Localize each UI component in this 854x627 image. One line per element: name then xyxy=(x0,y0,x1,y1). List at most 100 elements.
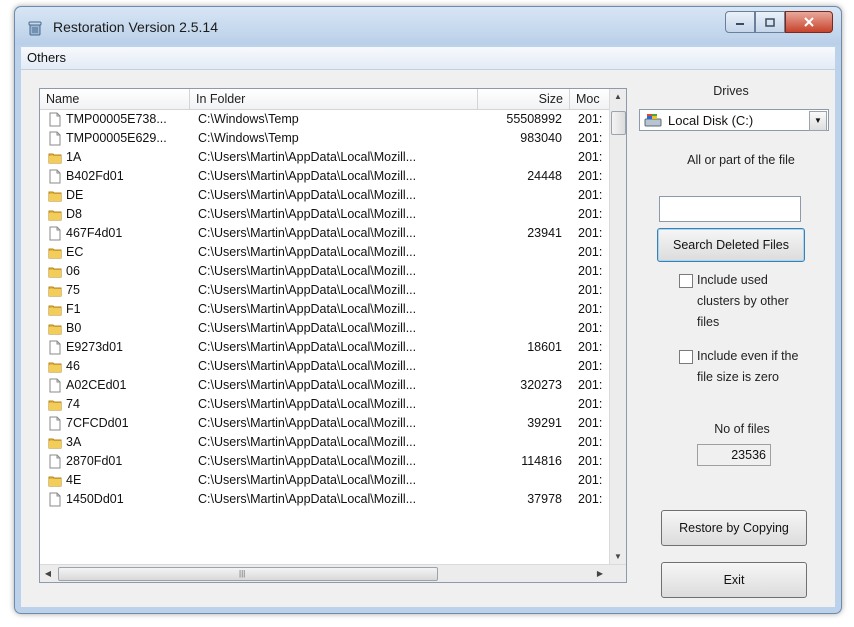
file-icon xyxy=(49,492,61,507)
no-of-files-value: 23536 xyxy=(697,444,771,466)
menu-others[interactable]: Others xyxy=(27,50,66,65)
cell-size: 24448 xyxy=(527,169,562,183)
table-row[interactable]: A02CEd01 C:\Users\Martin\AppData\Local\Mo… xyxy=(40,376,610,395)
file-list[interactable]: Name In Folder Size Moc TMP00005E738... C… xyxy=(39,88,627,583)
chevron-down-icon[interactable]: ▼ xyxy=(809,111,827,131)
folder-icon xyxy=(48,267,62,278)
column-header-name[interactable]: Name xyxy=(40,89,190,109)
cell-modified: 201: xyxy=(578,112,603,126)
cell-name: 3A xyxy=(66,435,82,449)
table-row[interactable]: 75 C:\Users\Martin\AppData\Local\Mozill..… xyxy=(40,281,610,300)
horizontal-scrollbar[interactable]: ◀ ||| ▶ xyxy=(40,564,626,582)
app-window: Restoration Version 2.5.14 Others Name I… xyxy=(14,6,842,614)
cell-name: 2870Fd01 xyxy=(66,454,123,468)
cell-modified: 201: xyxy=(578,473,603,487)
file-filter-input[interactable] xyxy=(659,196,801,222)
file-icon xyxy=(49,131,61,146)
close-button[interactable] xyxy=(785,11,833,33)
cell-folder: C:\Users\Martin\AppData\Local\Mozill... xyxy=(198,207,417,221)
folder-icon xyxy=(48,210,62,221)
folder-icon xyxy=(48,153,62,164)
table-row[interactable]: 1A C:\Users\Martin\AppData\Local\Mozill..… xyxy=(40,148,610,167)
file-icon xyxy=(49,416,61,431)
caption-buttons xyxy=(725,11,833,33)
cell-modified: 201: xyxy=(578,492,603,506)
table-row[interactable]: EC C:\Users\Martin\AppData\Local\Mozill..… xyxy=(40,243,610,262)
table-row[interactable]: TMP00005E738... C:\Windows\Temp 55508992 20… xyxy=(40,110,610,129)
grip-icon: ||| xyxy=(239,569,246,578)
cell-size: 983040 xyxy=(520,131,562,145)
cell-modified: 201: xyxy=(578,169,603,183)
cell-folder: C:\Users\Martin\AppData\Local\Mozill... xyxy=(198,378,417,392)
table-row[interactable]: 74 C:\Users\Martin\AppData\Local\Mozill..… xyxy=(40,395,610,414)
window-title: Restoration Version 2.5.14 xyxy=(53,19,218,35)
table-row[interactable]: D8 C:\Users\Martin\AppData\Local\Mozill..… xyxy=(40,205,610,224)
table-row[interactable]: 06 C:\Users\Martin\AppData\Local\Mozill..… xyxy=(40,262,610,281)
hard-drive-icon xyxy=(644,114,662,127)
table-row[interactable]: 46 C:\Users\Martin\AppData\Local\Mozill..… xyxy=(40,357,610,376)
exit-button[interactable]: Exit xyxy=(661,562,807,598)
table-row[interactable]: E9273d01 C:\Users\Martin\AppData\Local\Mo… xyxy=(40,338,610,357)
include-zero-size-label: Include even if the file size is zero xyxy=(697,349,799,384)
scroll-up-arrow-icon[interactable]: ▲ xyxy=(610,89,626,105)
table-row[interactable]: DE C:\Users\Martin\AppData\Local\Mozill..… xyxy=(40,186,610,205)
drive-selected-value: Local Disk (C:) xyxy=(668,113,754,128)
minimize-button[interactable] xyxy=(725,11,755,33)
title-bar[interactable]: Restoration Version 2.5.14 xyxy=(15,7,841,45)
cell-folder: C:\Users\Martin\AppData\Local\Mozill... xyxy=(198,321,417,335)
table-row[interactable]: 7CFCDd01 C:\Users\Martin\AppData\Local\Mo… xyxy=(40,414,610,433)
table-row[interactable]: 4E C:\Users\Martin\AppData\Local\Mozill..… xyxy=(40,471,610,490)
restore-by-copying-button[interactable]: Restore by Copying xyxy=(661,510,807,546)
include-used-clusters-label: Include used clusters by other files xyxy=(697,273,789,329)
cell-name: 75 xyxy=(66,283,80,297)
cell-folder: C:\Users\Martin\AppData\Local\Mozill... xyxy=(198,454,417,468)
cell-name: B0 xyxy=(66,321,82,335)
folder-icon xyxy=(48,362,62,373)
table-row[interactable]: B402Fd01 C:\Users\Martin\AppData\Local\Mo… xyxy=(40,167,610,186)
cell-folder: C:\Users\Martin\AppData\Local\Mozill... xyxy=(198,435,417,449)
column-header-size[interactable]: Size xyxy=(478,89,570,109)
recycle-bin-icon xyxy=(28,21,42,36)
table-row[interactable]: 1450Dd01 C:\Users\Martin\AppData\Local\Mo… xyxy=(40,490,610,509)
include-zero-size-checkbox[interactable] xyxy=(679,350,693,364)
cell-modified: 201: xyxy=(578,397,603,411)
horizontal-scroll-thumb[interactable]: ||| xyxy=(58,567,438,581)
close-icon xyxy=(804,17,814,27)
cell-folder: C:\Users\Martin\AppData\Local\Mozill... xyxy=(198,340,417,354)
cell-modified: 201: xyxy=(578,245,603,259)
folder-icon xyxy=(48,324,62,335)
scroll-left-arrow-icon[interactable]: ◀ xyxy=(40,565,56,582)
table-row[interactable]: TMP00005E629... C:\Windows\Temp 983040 201: xyxy=(40,129,610,148)
scroll-down-arrow-icon[interactable]: ▼ xyxy=(610,549,626,565)
table-row[interactable]: 467F4d01 C:\Users\Martin\AppData\Local\Mo… xyxy=(40,224,610,243)
maximize-button[interactable] xyxy=(755,11,785,33)
column-header-folder[interactable]: In Folder xyxy=(190,89,478,109)
column-header-modified[interactable]: Moc xyxy=(570,89,610,109)
cell-size: 23941 xyxy=(527,226,562,240)
table-row[interactable]: F1 C:\Users\Martin\AppData\Local\Mozill..… xyxy=(40,300,610,319)
table-row[interactable]: 2870Fd01 C:\Users\Martin\AppData\Local\Mo… xyxy=(40,452,610,471)
scroll-right-arrow-icon[interactable]: ▶ xyxy=(592,565,608,582)
cell-name: 1450Dd01 xyxy=(66,492,124,506)
cell-folder: C:\Users\Martin\AppData\Local\Mozill... xyxy=(198,226,417,240)
file-icon xyxy=(49,378,61,393)
cell-folder: C:\Windows\Temp xyxy=(198,131,299,145)
folder-icon xyxy=(48,305,62,316)
cell-folder: C:\Users\Martin\AppData\Local\Mozill... xyxy=(198,283,417,297)
vertical-scroll-thumb[interactable] xyxy=(611,111,626,135)
list-header: Name In Folder Size Moc xyxy=(40,89,610,110)
cell-name: 7CFCDd01 xyxy=(66,416,129,430)
table-row[interactable]: B0 C:\Users\Martin\AppData\Local\Mozill..… xyxy=(40,319,610,338)
cell-name: 46 xyxy=(66,359,80,373)
table-row[interactable]: 3A C:\Users\Martin\AppData\Local\Mozill..… xyxy=(40,433,610,452)
cell-name: TMP00005E629... xyxy=(66,131,167,145)
file-filter-label: All or part of the file xyxy=(687,153,795,167)
cell-modified: 201: xyxy=(578,131,603,145)
cell-name: 1A xyxy=(66,150,82,164)
search-deleted-files-button[interactable]: Search Deleted Files xyxy=(657,228,805,262)
cell-name: TMP00005E738... xyxy=(66,112,167,126)
include-used-clusters-checkbox[interactable] xyxy=(679,274,693,288)
vertical-scrollbar[interactable]: ▲ ▼ xyxy=(609,89,626,565)
cell-name: A02CEd01 xyxy=(66,378,127,392)
drive-dropdown[interactable]: Local Disk (C:) ▼ xyxy=(639,109,829,131)
